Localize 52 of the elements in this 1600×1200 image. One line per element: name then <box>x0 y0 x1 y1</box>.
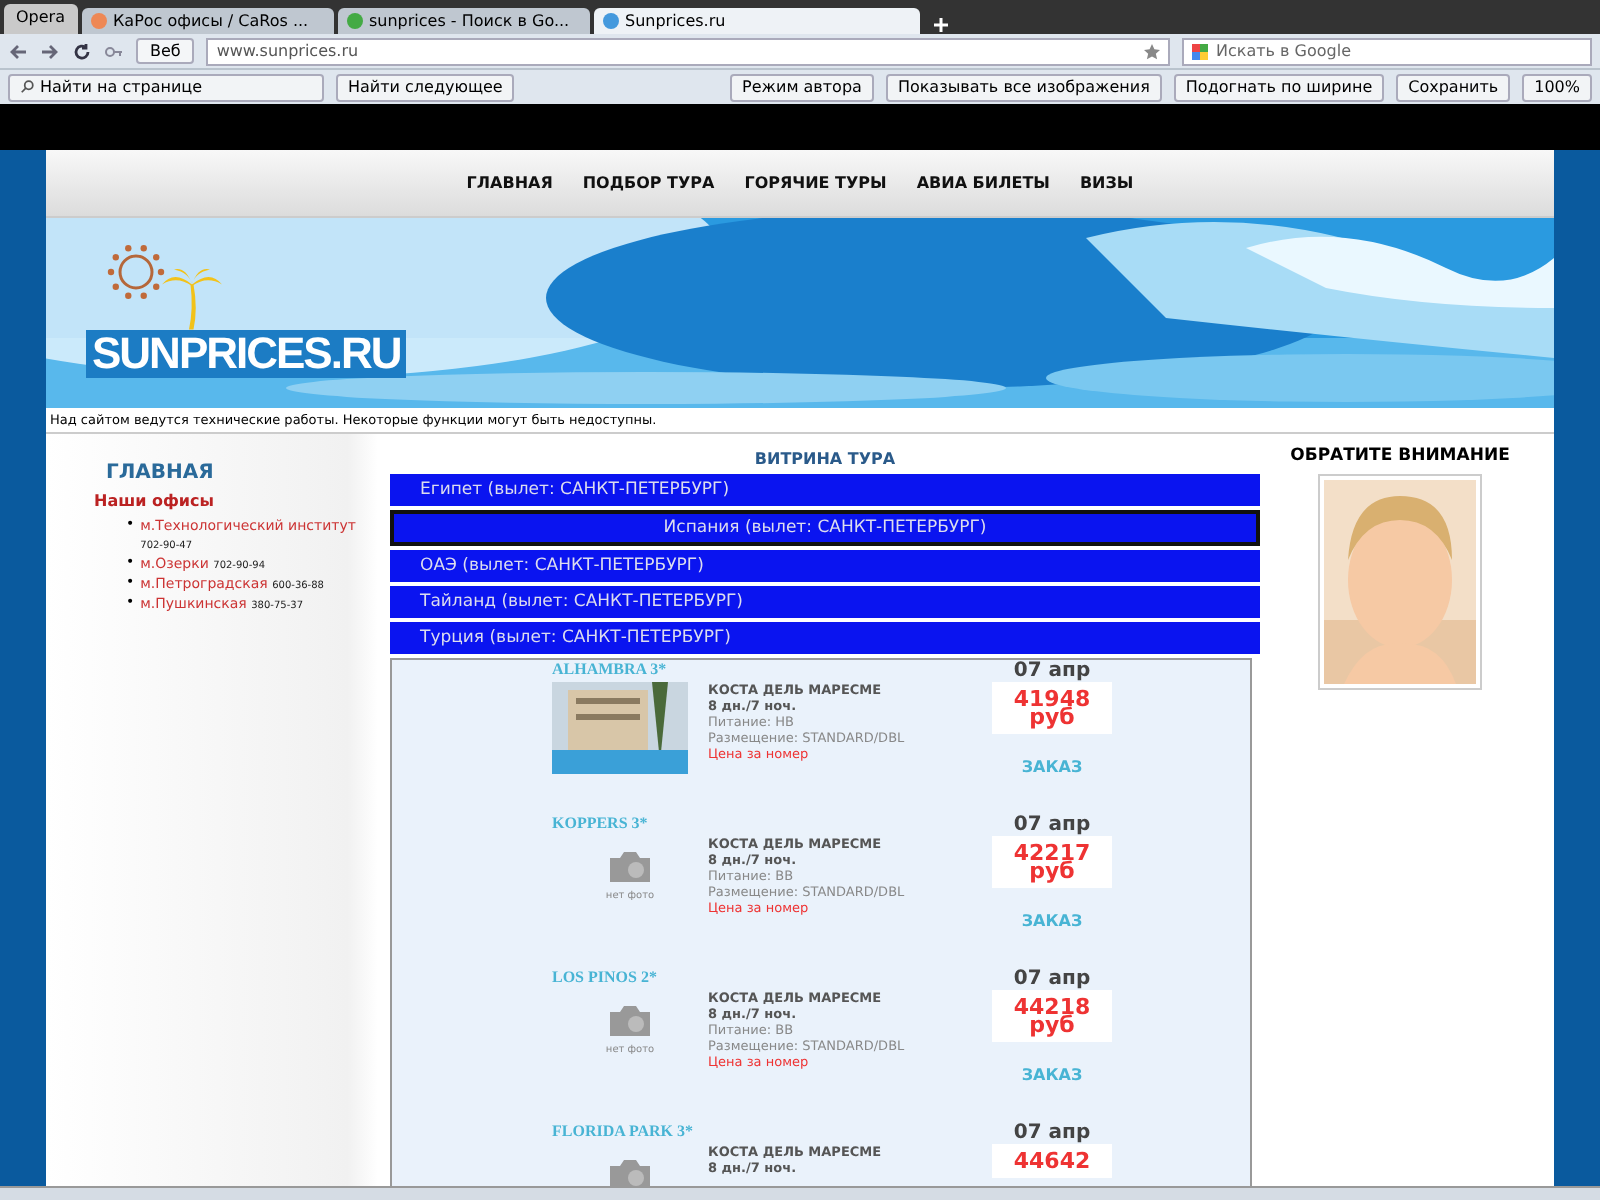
site-icon <box>89 12 107 30</box>
nav-link[interactable]: ГЛАВНАЯ <box>466 174 553 192</box>
site-logo[interactable]: SUNPRICES.RU <box>86 330 407 378</box>
camera-icon <box>606 1002 654 1038</box>
tour-date: 07 апр <box>1013 814 1091 836</box>
toolbar-button[interactable]: Показывать все изображения <box>885 73 1162 101</box>
tour-date: 07 апр <box>1013 968 1091 990</box>
browser-tab[interactable]: КаРос офисы / CaRos ... <box>81 8 333 34</box>
search-icon <box>20 80 34 94</box>
toolbar-button[interactable]: Режим автора <box>730 73 874 101</box>
destination-tab[interactable]: Турция (вылет: САНКТ-ПЕТЕРБУРГ) <box>390 622 1260 654</box>
find-next-button[interactable]: Найти следующее <box>336 73 515 101</box>
search-field[interactable]: Искать в Google <box>1182 37 1592 65</box>
browser-tab[interactable]: sunprices - Поиск в Go... <box>337 8 589 34</box>
tour-date: 07 апр <box>1013 660 1091 682</box>
google-icon <box>1192 43 1208 59</box>
reload-icon[interactable] <box>72 41 92 61</box>
sidebar-title: ГЛАВНАЯ <box>106 462 216 484</box>
showcase-title: ВИТРИНА ТУРА <box>752 450 898 468</box>
destination-tab[interactable]: Египет (вылет: САНКТ-ПЕТЕРБУРГ) <box>390 474 1260 506</box>
site-icon <box>601 12 619 30</box>
forward-icon[interactable] <box>40 41 60 61</box>
find-field[interactable]: Найти на странице <box>8 73 324 101</box>
tour-price: 41948 руб <box>992 682 1112 734</box>
star-icon[interactable] <box>1144 43 1160 59</box>
browser-tab[interactable]: Sunprices.ru <box>593 8 919 34</box>
key-icon[interactable] <box>104 41 124 61</box>
tour-price: 44642 <box>992 1144 1112 1178</box>
toolbar-button[interactable]: Подогнать по ширине <box>1173 73 1385 101</box>
toolbar-button[interactable]: Сохранить <box>1396 73 1511 101</box>
camera-icon <box>606 848 654 884</box>
sun-icon <box>106 242 166 302</box>
destination-tab[interactable]: ОАЭ (вылет: САНКТ-ПЕТЕРБУРГ) <box>390 550 1260 582</box>
attention-title: ОБРАТИТЕ ВНИМАНИЕ <box>1290 446 1510 466</box>
destination-tab[interactable]: Тайланд (вылет: САНКТ-ПЕТЕРБУРГ) <box>390 586 1260 618</box>
web-badge[interactable]: Веб <box>136 38 195 64</box>
destination-tab[interactable]: Испания (вылет: САНКТ-ПЕТЕРБУРГ) <box>390 510 1260 546</box>
new-tab-icon[interactable] <box>931 16 949 34</box>
zoom-button[interactable]: 100% <box>1522 73 1592 101</box>
address-field[interactable]: www.sunprices.ru <box>206 37 1170 65</box>
site-icon <box>345 12 363 30</box>
nav-link[interactable]: ВИЗЫ <box>1079 174 1134 192</box>
tour-price: 42217 руб <box>992 836 1112 888</box>
palm-icon <box>162 266 222 330</box>
tour-date: 07 апр <box>1013 1122 1091 1144</box>
opera-menu-button[interactable]: Opera <box>4 4 77 34</box>
nav-link[interactable]: АВИА БИЛЕТЫ <box>916 174 1050 192</box>
offices-heading: Наши офисы <box>94 492 216 510</box>
nav-link[interactable]: ПОДБОР ТУРА <box>582 174 715 192</box>
nav-link[interactable]: ГОРЯЧИЕ ТУРЫ <box>744 174 887 192</box>
tour-price: 44218 руб <box>992 990 1112 1042</box>
back-icon[interactable] <box>8 41 28 61</box>
